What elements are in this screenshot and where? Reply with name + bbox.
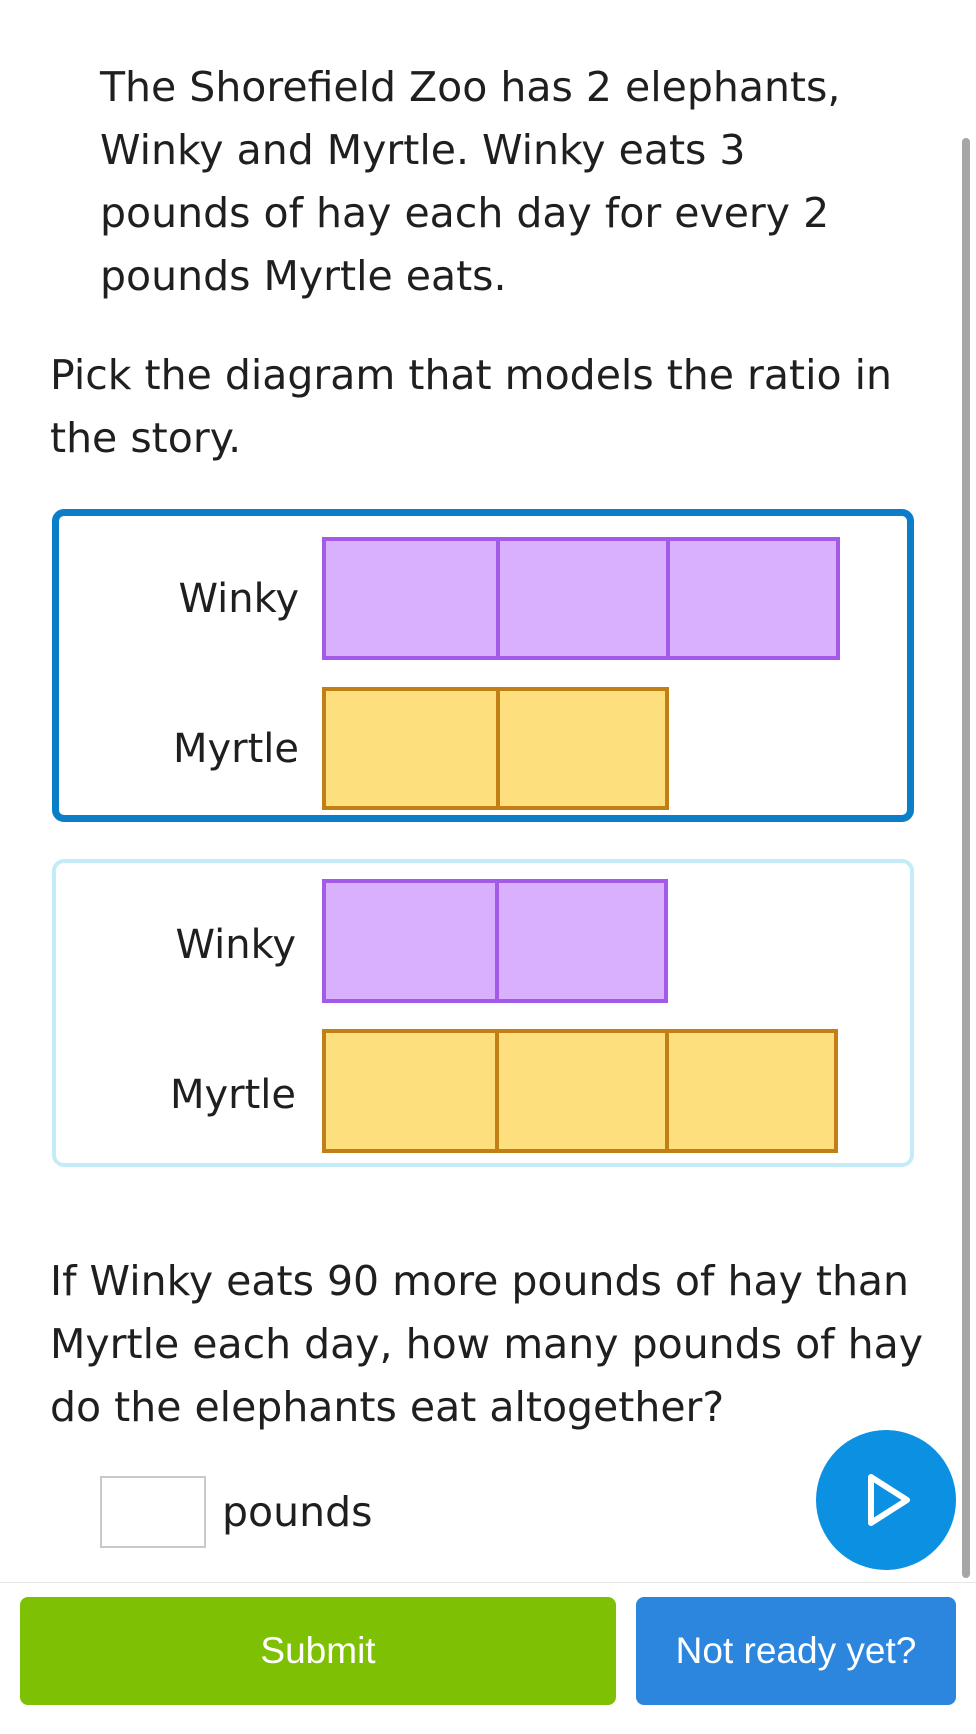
- tape-unit: [326, 541, 496, 656]
- tape-unit: [495, 1033, 664, 1149]
- tape-unit: [665, 541, 836, 656]
- tape-unit: [495, 691, 666, 806]
- diagram-option-2[interactable]: Winky Myrtle: [52, 859, 914, 1167]
- myrtle-tape: [322, 687, 669, 810]
- myrtle-label: Myrtle: [172, 726, 299, 772]
- tape-unit: [326, 883, 495, 999]
- answer-unit-label: pounds: [222, 1488, 373, 1536]
- tape-unit: [326, 1033, 495, 1149]
- audio-play-button[interactable]: [816, 1430, 956, 1570]
- play-icon: [868, 1474, 910, 1526]
- answer-input[interactable]: [100, 1476, 206, 1548]
- tape-unit: [326, 691, 496, 806]
- winky-label: Winky: [175, 922, 296, 968]
- myrtle-label: Myrtle: [169, 1072, 296, 1118]
- tape-unit: [495, 541, 666, 656]
- story-text: The Shorefield Zoo has 2 elephants, Wink…: [100, 63, 841, 300]
- diagram-option-1[interactable]: Winky Myrtle: [52, 509, 914, 822]
- winky-tape: [322, 537, 840, 660]
- winky-label: Winky: [178, 576, 299, 622]
- scrollbar[interactable]: [962, 138, 970, 1578]
- question-text: If Winky eats 90 more pounds of hay than…: [50, 1257, 924, 1431]
- winky-tape: [322, 879, 668, 1003]
- myrtle-tape: [322, 1029, 838, 1153]
- not-ready-button[interactable]: Not ready yet?: [636, 1597, 956, 1705]
- submit-button[interactable]: Submit: [20, 1597, 616, 1705]
- question-prompt: Pick the diagram that models the ratio i…: [50, 351, 892, 462]
- divider: [0, 1582, 976, 1583]
- tape-unit: [664, 1033, 834, 1149]
- tape-unit: [495, 883, 664, 999]
